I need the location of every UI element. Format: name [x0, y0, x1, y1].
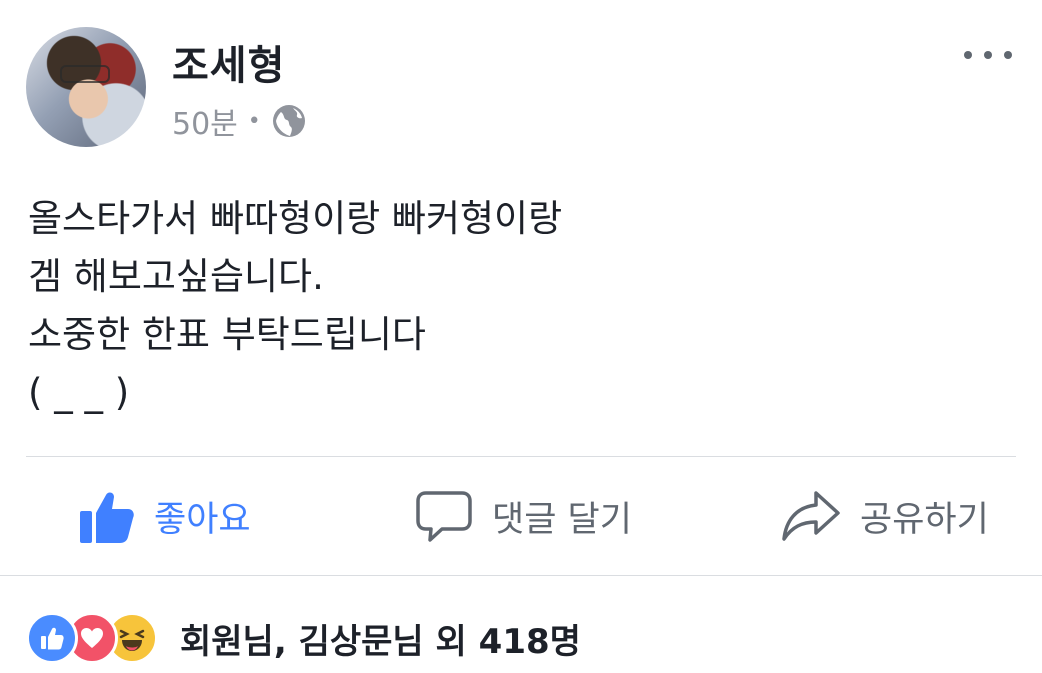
globe-icon[interactable] [271, 103, 307, 139]
like-label: 좋아요 [154, 499, 251, 540]
dot-icon [964, 51, 972, 59]
comment-label: 댓글 달기 [492, 499, 632, 540]
avatar[interactable] [26, 27, 146, 147]
share-button[interactable]: 공유하기 [780, 458, 989, 574]
dot-icon [984, 51, 992, 59]
divider [0, 575, 1042, 576]
author-name[interactable]: 조세형 [172, 33, 285, 91]
more-options-button[interactable] [964, 40, 1012, 70]
post-line: ( _ _ ) [28, 371, 130, 414]
post-meta: 50분 • [172, 99, 307, 143]
like-reaction-icon [26, 612, 78, 664]
action-bar: 좋아요 댓글 달기 공유하기 [0, 458, 1042, 574]
dot-icon [1004, 51, 1012, 59]
thumbs-up-icon [80, 492, 134, 543]
post-body: 올스타가서 빠따형이랑 빠커형이랑 겜 해보고싶습니다. 소중한 한표 부탁드립… [28, 190, 562, 422]
comment-icon [416, 491, 472, 542]
post-header: 조세형 50분 • [0, 0, 1042, 170]
reactors-text[interactable]: 회원님, 김상문님 외 418명 [180, 614, 581, 663]
post-line: 소중한 한표 부탁드립니다 [28, 313, 426, 356]
share-arrow-icon [782, 491, 840, 541]
post-line: 겜 해보고싶습니다. [28, 255, 324, 298]
post-line: 올스타가서 빠따형이랑 빠커형이랑 [28, 197, 563, 240]
like-button[interactable]: 좋아요 [78, 458, 251, 574]
divider [26, 456, 1016, 457]
meta-separator: • [247, 108, 261, 134]
post-time[interactable]: 50분 [172, 99, 238, 143]
reactions-summary[interactable]: 회원님, 김상문님 외 418명 [26, 610, 581, 666]
comment-button[interactable]: 댓글 달기 [414, 458, 632, 574]
share-label: 공유하기 [860, 499, 989, 540]
